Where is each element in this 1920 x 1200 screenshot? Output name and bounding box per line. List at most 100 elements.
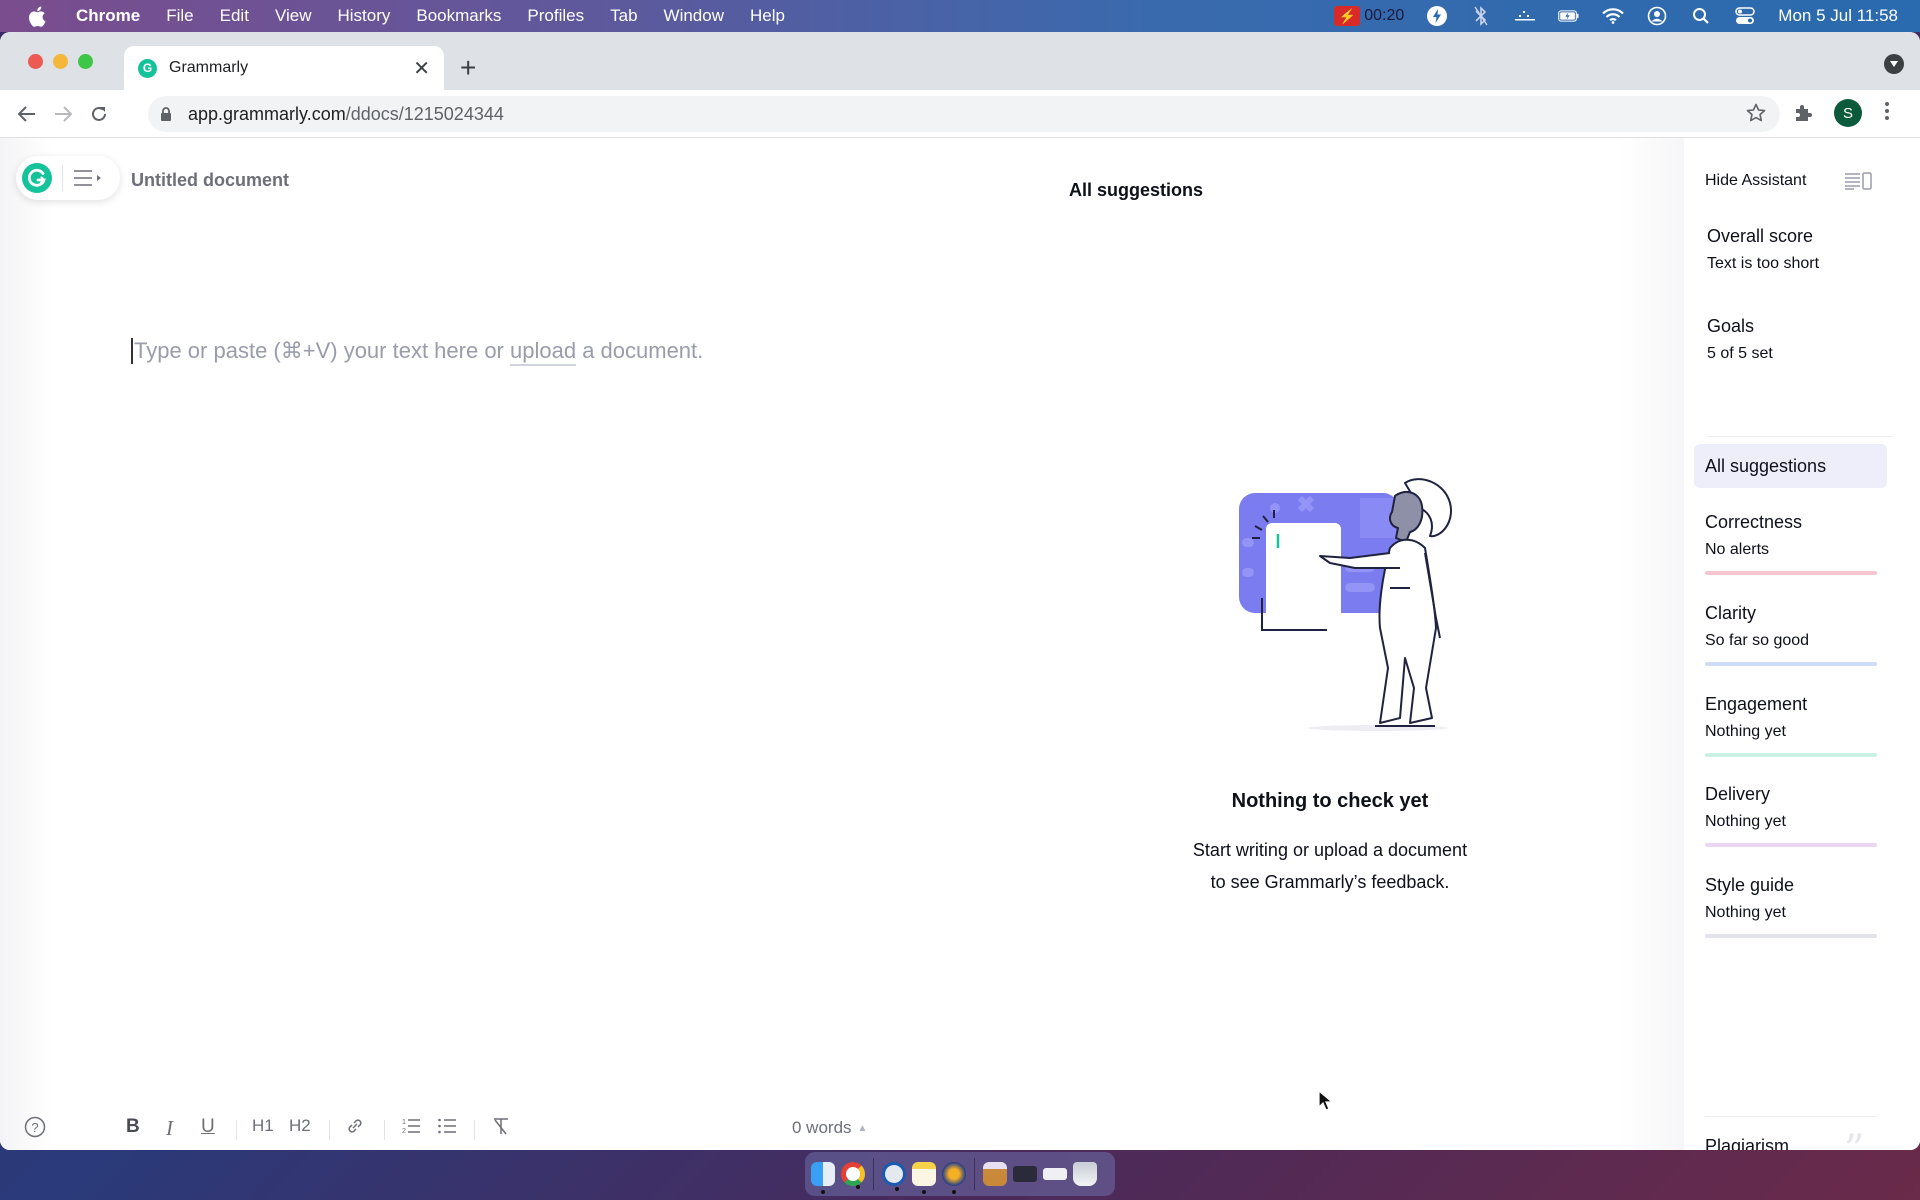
reload-button[interactable] (84, 99, 114, 129)
search-icon[interactable] (1690, 5, 1712, 27)
dock-trash[interactable] (1073, 1162, 1097, 1186)
category-bar (1705, 571, 1877, 575)
menu-file[interactable]: File (166, 6, 193, 26)
address-bar[interactable]: app.grammarly.com/ddocs/1215024344 (148, 96, 1780, 132)
word-count[interactable]: 0 words ▲ (792, 1118, 867, 1138)
category-label: Style guide (1705, 875, 1795, 895)
tab-strip: G Grammarly ✕ + (0, 32, 1920, 90)
all-suggestions-tab[interactable]: All suggestions (1694, 444, 1887, 488)
menu-bookmarks[interactable]: Bookmarks (416, 6, 501, 26)
grammarly-logo-icon[interactable] (22, 163, 52, 193)
category-status: Nothing yet (1705, 904, 1786, 921)
overall-score-label: Overall score (1707, 226, 1814, 246)
chrome-menu-icon[interactable] (1885, 102, 1889, 120)
category-bar (1705, 843, 1877, 847)
empty-state-illustration (1239, 478, 1452, 731)
menu-history[interactable]: History (337, 6, 390, 26)
close-window-button[interactable] (28, 54, 43, 69)
category-engagement[interactable]: Engagement Nothing yet (1705, 694, 1877, 757)
goals[interactable]: Goals 5 of 5 set (1707, 316, 1773, 363)
dock-window-thumbnail[interactable] (1013, 1166, 1037, 1182)
forward-button[interactable] (48, 99, 78, 129)
dock-reeder[interactable] (942, 1162, 966, 1194)
close-tab-icon[interactable]: ✕ (413, 56, 430, 81)
menu-app-name[interactable]: Chrome (76, 6, 140, 26)
menu-tab[interactable]: Tab (610, 6, 637, 26)
new-tab-button[interactable]: + (460, 54, 476, 82)
grammarly-menu-pill[interactable] (16, 156, 120, 200)
profile-avatar[interactable]: S (1834, 99, 1862, 127)
category-clarity[interactable]: Clarity So far so good (1705, 603, 1877, 666)
category-bar (1705, 934, 1877, 938)
overall-score[interactable]: Overall score Text is too short (1707, 226, 1819, 273)
toolbar-divider (236, 1120, 237, 1140)
browser-window: G Grammarly ✕ + app.grammarly.com/ddocs/… (0, 32, 1920, 1150)
category-delivery[interactable]: Delivery Nothing yet (1705, 784, 1877, 847)
plagiarism-button[interactable]: Plagiarism (1705, 1136, 1789, 1150)
hamburger-menu-icon[interactable] (73, 169, 103, 187)
toolbar-divider (384, 1120, 385, 1140)
word-count-value: 0 words (792, 1118, 852, 1137)
link-icon[interactable] (345, 1116, 365, 1136)
recording-icon: ⚡ (1334, 6, 1361, 26)
tab-search-icon[interactable] (1884, 54, 1904, 74)
dock-finder[interactable] (811, 1162, 835, 1194)
layout-toggle-icon[interactable] (1844, 172, 1876, 195)
menu-window[interactable]: Window (664, 6, 724, 26)
battery-icon[interactable] (1558, 5, 1580, 27)
dots-icon[interactable] (1514, 5, 1536, 27)
dock-notes[interactable] (912, 1162, 936, 1194)
back-button[interactable] (12, 99, 42, 129)
user-icon[interactable] (1646, 5, 1668, 27)
bulleted-list-icon[interactable] (437, 1116, 457, 1136)
bluetooth-icon[interactable] (1470, 5, 1492, 27)
goals-label: Goals (1707, 316, 1755, 336)
lock-icon[interactable] (160, 106, 174, 122)
menu-view[interactable]: View (275, 6, 312, 26)
toolbar-divider (474, 1120, 475, 1140)
menu-help[interactable]: Help (750, 6, 785, 26)
bolt-icon[interactable] (1426, 5, 1448, 27)
bookmark-star-icon[interactable] (1746, 103, 1766, 128)
placeholder-text: Type or paste (⌘+V) your text here or (134, 338, 510, 363)
url-path: /ddocs/1215024344 (345, 103, 504, 124)
formatting-toolbar: ? B I U H1 H2 12 0 words ▲ (0, 1104, 1680, 1150)
grammarly-editor: Untitled document Type or paste (⌘+V) yo… (0, 138, 1920, 1150)
editor-text-area[interactable]: Type or paste (⌘+V) your text here or up… (131, 337, 703, 364)
underline-button[interactable]: U (201, 1116, 215, 1138)
goals-value: 5 of 5 set (1707, 345, 1773, 362)
dock-window-thumbnail-2[interactable] (1043, 1168, 1067, 1180)
overall-score-value: Text is too short (1707, 255, 1820, 272)
dock-1password[interactable] (882, 1162, 906, 1191)
heading2-button[interactable]: H2 (289, 1116, 311, 1136)
hide-assistant-button[interactable]: Hide Assistant (1705, 172, 1806, 190)
apple-menu-icon[interactable] (28, 6, 50, 27)
wifi-icon[interactable] (1602, 5, 1625, 27)
clear-formatting-icon[interactable] (491, 1116, 511, 1136)
bold-button[interactable]: B (126, 1116, 140, 1138)
help-icon[interactable]: ? (24, 1116, 46, 1138)
category-correctness[interactable]: Correctness No alerts (1705, 512, 1877, 575)
extensions-puzzle-icon[interactable] (1793, 102, 1815, 129)
dock-chrome[interactable] (841, 1162, 865, 1189)
menu-profiles[interactable]: Profiles (527, 6, 584, 26)
screen-recording-indicator[interactable]: ⚡ 00:20 (1334, 6, 1404, 26)
category-status: So far so good (1705, 632, 1810, 649)
empty-state-line-2: to see Grammarly’s feedback. (1210, 872, 1450, 892)
grammarly-favicon-icon: G (138, 58, 157, 78)
control-center-icon[interactable] (1734, 5, 1756, 27)
upload-link[interactable]: upload (510, 338, 576, 363)
dock-archive[interactable] (983, 1162, 1007, 1186)
clock[interactable]: Mon 5 Jul 11:58 (1778, 6, 1898, 26)
document-title[interactable]: Untitled document (131, 170, 289, 191)
maximize-window-button[interactable] (78, 54, 93, 69)
menu-edit[interactable]: Edit (220, 6, 249, 26)
numbered-list-icon[interactable]: 12 (401, 1116, 421, 1136)
tab-grammarly[interactable]: G Grammarly ✕ (124, 46, 444, 90)
category-style-guide[interactable]: Style guide Nothing yet (1705, 875, 1877, 938)
minimize-window-button[interactable] (53, 54, 68, 69)
mouse-pointer-icon (1318, 1089, 1334, 1117)
italic-button[interactable]: I (166, 1116, 173, 1141)
left-margin (0, 138, 52, 1150)
heading1-button[interactable]: H1 (252, 1116, 274, 1136)
